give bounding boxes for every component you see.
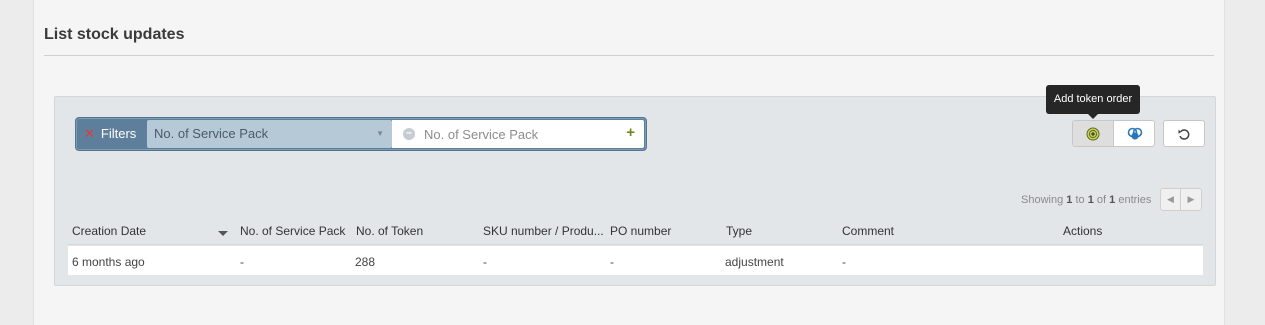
entries-info: Showing 1 to 1 of 1 entries — [1021, 194, 1151, 206]
entries-of-label: of — [1096, 194, 1107, 206]
column-header-po-number[interactable]: PO number — [610, 224, 671, 238]
entries-total: 1 — [1109, 194, 1116, 206]
entries-to-label: to — [1075, 194, 1085, 206]
filters-bar: ✕ Filters No. of Service Pack ▼ – + — [75, 117, 647, 151]
cell-token: 288 — [355, 255, 376, 269]
column-header-token[interactable]: No. of Token — [356, 224, 423, 238]
pagination: ◀ ▶ — [1160, 188, 1202, 211]
cell-type: adjustment — [725, 255, 784, 269]
chevron-right-icon: ▶ — [1187, 194, 1195, 204]
table-header-divider — [68, 244, 1203, 245]
column-header-sku[interactable]: SKU number / Produ... — [483, 224, 604, 238]
filter-value-wrapper: – + — [392, 120, 644, 148]
entries-from: 1 — [1066, 194, 1073, 206]
tooltip-arrow — [1088, 114, 1098, 119]
cell-service-pack: - — [240, 255, 244, 269]
entries-to: 1 — [1087, 194, 1094, 206]
page-title: List stock updates — [44, 26, 185, 43]
entries-suffix: entries — [1118, 194, 1152, 206]
column-header-service-pack[interactable]: No. of Service Pack — [240, 224, 345, 238]
close-icon[interactable]: ✕ — [84, 126, 95, 141]
chevron-left-icon: ◀ — [1167, 194, 1174, 204]
plus-circle-icon — [1086, 127, 1100, 140]
entries-prefix: Showing — [1021, 194, 1064, 206]
column-header-type[interactable]: Type — [726, 224, 752, 238]
column-header-comment[interactable]: Comment — [842, 224, 894, 238]
column-header-actions: Actions — [1063, 224, 1103, 238]
add-token-order-button[interactable] — [1073, 121, 1114, 146]
cell-sku: - — [483, 255, 487, 269]
filter-field-value: No. of Service Pack — [154, 126, 269, 141]
cell-po-number: - — [610, 255, 614, 269]
tokens-button[interactable] — [1114, 121, 1154, 146]
tooltip: Add token order — [1046, 85, 1140, 114]
filters-label: Filters — [100, 126, 137, 141]
table-row[interactable] — [68, 246, 1203, 275]
title-divider — [44, 55, 1214, 56]
add-filter-icon[interactable]: + — [626, 125, 635, 141]
action-button-group — [1072, 120, 1155, 147]
sort-desc-icon[interactable] — [218, 231, 228, 236]
tokens-icon — [1127, 127, 1142, 140]
filter-value-input[interactable] — [424, 124, 614, 144]
previous-page-button[interactable]: ◀ — [1161, 189, 1181, 210]
column-header-creation-date[interactable]: Creation Date — [72, 224, 146, 238]
reset-button[interactable] — [1163, 120, 1205, 147]
filters-clear-button[interactable]: ✕ Filters — [84, 118, 136, 150]
filter-field-select[interactable]: No. of Service Pack ▼ — [147, 120, 392, 148]
minus-circle-icon[interactable]: – — [403, 128, 415, 140]
next-page-button[interactable]: ▶ — [1181, 189, 1201, 210]
cell-creation-date: 6 months ago — [72, 255, 145, 269]
chevron-down-icon: ▼ — [376, 129, 384, 138]
cell-comment: - — [842, 255, 846, 269]
undo-icon — [1178, 128, 1190, 140]
